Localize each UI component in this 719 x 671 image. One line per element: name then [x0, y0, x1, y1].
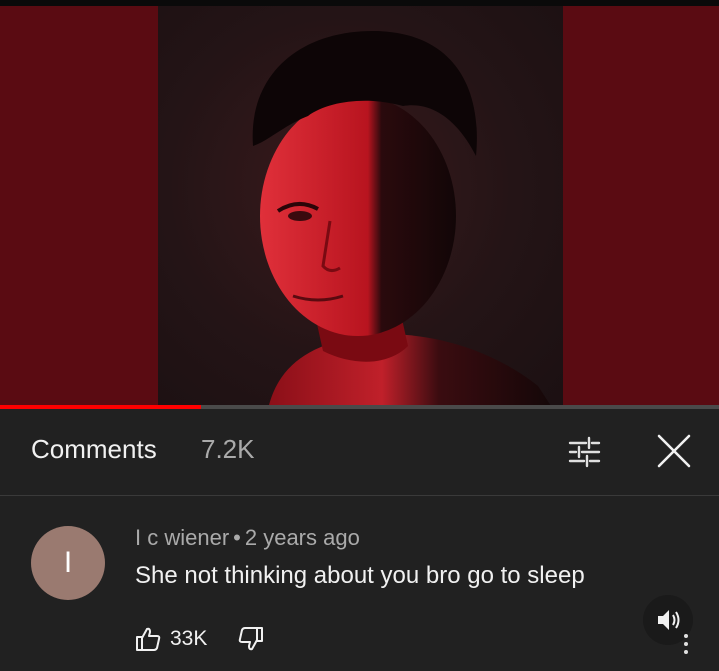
more-vertical-icon[interactable]: [676, 626, 696, 662]
portrait-image: [252, 31, 553, 409]
filter-button[interactable]: [562, 431, 606, 471]
meta-separator: •: [233, 525, 241, 550]
dot-2: [684, 642, 688, 646]
dislike-button[interactable]: [237, 625, 265, 653]
like-button[interactable]: 33K: [134, 625, 237, 653]
comment-item: I I c wiener • 2 years ago She not thinkin…: [0, 496, 719, 671]
thumbs-down-icon: [239, 627, 264, 651]
close-icon: [657, 434, 691, 468]
video-player[interactable]: [0, 6, 719, 409]
comment-author[interactable]: I c wiener: [135, 525, 229, 550]
avatar-letter: I: [63, 546, 73, 579]
dot-1: [684, 634, 688, 638]
filter-sliders-icon: [568, 436, 601, 468]
comments-count: 7.2K: [201, 434, 255, 464]
comments-panel: Comments 7.2K I I c wiener • 2 years ago…: [0, 409, 719, 671]
comments-title: Comments: [31, 434, 157, 464]
avatar[interactable]: I: [31, 526, 105, 600]
dot-3: [684, 650, 688, 654]
comment-time: 2 years ago: [244, 525, 360, 550]
comment-text: She not thinking about you bro go to sle…: [135, 562, 585, 589]
thumbs-up-icon: [136, 627, 161, 651]
comment-meta: I c wiener • 2 years ago: [135, 525, 360, 551]
video-thumbnail: [158, 6, 563, 409]
comment-actions: 33K: [134, 624, 265, 654]
close-button[interactable]: [652, 429, 696, 473]
comments-header: Comments 7.2K: [0, 409, 719, 495]
like-count: 33K: [170, 627, 208, 650]
